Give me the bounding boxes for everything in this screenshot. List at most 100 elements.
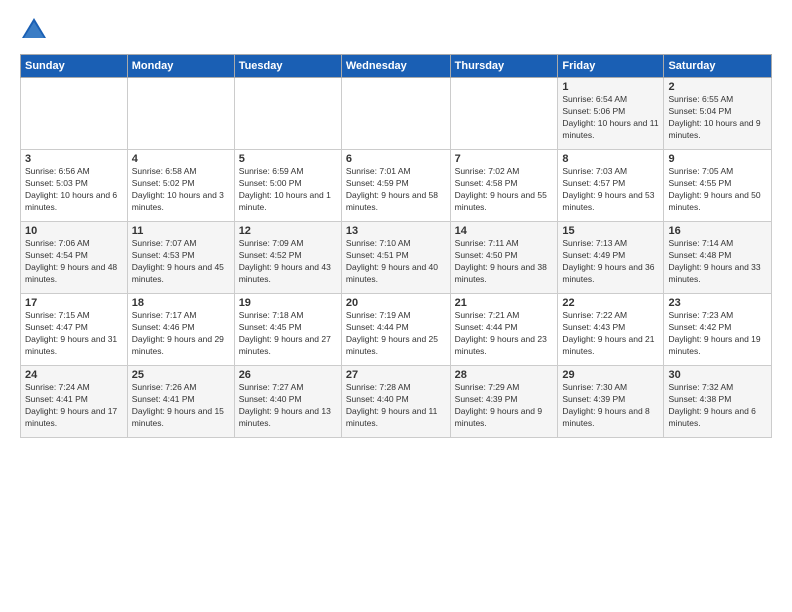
day-number: 12 — [239, 225, 337, 237]
week-row-2: 10Sunrise: 7:06 AM Sunset: 4:54 PM Dayli… — [21, 222, 772, 294]
calendar-cell: 24Sunrise: 7:24 AM Sunset: 4:41 PM Dayli… — [21, 366, 128, 438]
day-number: 11 — [132, 225, 230, 237]
day-info: Sunrise: 7:14 AM Sunset: 4:48 PM Dayligh… — [668, 238, 767, 286]
calendar-cell: 18Sunrise: 7:17 AM Sunset: 4:46 PM Dayli… — [127, 294, 234, 366]
calendar-cell: 6Sunrise: 7:01 AM Sunset: 4:59 PM Daylig… — [341, 150, 450, 222]
calendar: SundayMondayTuesdayWednesdayThursdayFrid… — [20, 54, 772, 438]
day-info: Sunrise: 7:11 AM Sunset: 4:50 PM Dayligh… — [455, 238, 554, 286]
week-row-3: 17Sunrise: 7:15 AM Sunset: 4:47 PM Dayli… — [21, 294, 772, 366]
day-info: Sunrise: 7:05 AM Sunset: 4:55 PM Dayligh… — [668, 166, 767, 214]
col-header-wednesday: Wednesday — [341, 55, 450, 78]
day-info: Sunrise: 7:29 AM Sunset: 4:39 PM Dayligh… — [455, 382, 554, 430]
day-number: 7 — [455, 153, 554, 165]
day-number: 19 — [239, 297, 337, 309]
day-number: 29 — [562, 369, 659, 381]
calendar-cell: 12Sunrise: 7:09 AM Sunset: 4:52 PM Dayli… — [234, 222, 341, 294]
calendar-cell: 5Sunrise: 6:59 AM Sunset: 5:00 PM Daylig… — [234, 150, 341, 222]
header — [20, 16, 772, 44]
calendar-cell: 28Sunrise: 7:29 AM Sunset: 4:39 PM Dayli… — [450, 366, 558, 438]
day-number: 14 — [455, 225, 554, 237]
col-header-thursday: Thursday — [450, 55, 558, 78]
day-number: 30 — [668, 369, 767, 381]
col-header-monday: Monday — [127, 55, 234, 78]
day-info: Sunrise: 7:18 AM Sunset: 4:45 PM Dayligh… — [239, 310, 337, 358]
day-info: Sunrise: 7:01 AM Sunset: 4:59 PM Dayligh… — [346, 166, 446, 214]
day-info: Sunrise: 6:58 AM Sunset: 5:02 PM Dayligh… — [132, 166, 230, 214]
col-header-tuesday: Tuesday — [234, 55, 341, 78]
day-number: 26 — [239, 369, 337, 381]
calendar-cell — [21, 78, 128, 150]
day-number: 27 — [346, 369, 446, 381]
calendar-cell: 7Sunrise: 7:02 AM Sunset: 4:58 PM Daylig… — [450, 150, 558, 222]
day-info: Sunrise: 7:26 AM Sunset: 4:41 PM Dayligh… — [132, 382, 230, 430]
calendar-cell — [341, 78, 450, 150]
day-info: Sunrise: 7:02 AM Sunset: 4:58 PM Dayligh… — [455, 166, 554, 214]
day-info: Sunrise: 6:56 AM Sunset: 5:03 PM Dayligh… — [25, 166, 123, 214]
day-info: Sunrise: 6:59 AM Sunset: 5:00 PM Dayligh… — [239, 166, 337, 214]
day-info: Sunrise: 7:27 AM Sunset: 4:40 PM Dayligh… — [239, 382, 337, 430]
calendar-cell: 25Sunrise: 7:26 AM Sunset: 4:41 PM Dayli… — [127, 366, 234, 438]
logo-icon — [20, 16, 48, 44]
page: SundayMondayTuesdayWednesdayThursdayFrid… — [0, 0, 792, 612]
calendar-header-row: SundayMondayTuesdayWednesdayThursdayFrid… — [21, 55, 772, 78]
calendar-cell: 2Sunrise: 6:55 AM Sunset: 5:04 PM Daylig… — [664, 78, 772, 150]
day-number: 15 — [562, 225, 659, 237]
col-header-saturday: Saturday — [664, 55, 772, 78]
day-number: 1 — [562, 81, 659, 93]
day-info: Sunrise: 7:06 AM Sunset: 4:54 PM Dayligh… — [25, 238, 123, 286]
week-row-0: 1Sunrise: 6:54 AM Sunset: 5:06 PM Daylig… — [21, 78, 772, 150]
day-info: Sunrise: 7:23 AM Sunset: 4:42 PM Dayligh… — [668, 310, 767, 358]
calendar-cell: 9Sunrise: 7:05 AM Sunset: 4:55 PM Daylig… — [664, 150, 772, 222]
calendar-cell: 8Sunrise: 7:03 AM Sunset: 4:57 PM Daylig… — [558, 150, 664, 222]
calendar-cell: 14Sunrise: 7:11 AM Sunset: 4:50 PM Dayli… — [450, 222, 558, 294]
calendar-cell: 26Sunrise: 7:27 AM Sunset: 4:40 PM Dayli… — [234, 366, 341, 438]
day-number: 5 — [239, 153, 337, 165]
day-info: Sunrise: 7:10 AM Sunset: 4:51 PM Dayligh… — [346, 238, 446, 286]
day-info: Sunrise: 7:17 AM Sunset: 4:46 PM Dayligh… — [132, 310, 230, 358]
day-number: 4 — [132, 153, 230, 165]
day-number: 24 — [25, 369, 123, 381]
day-number: 8 — [562, 153, 659, 165]
week-row-1: 3Sunrise: 6:56 AM Sunset: 5:03 PM Daylig… — [21, 150, 772, 222]
day-info: Sunrise: 7:28 AM Sunset: 4:40 PM Dayligh… — [346, 382, 446, 430]
col-header-friday: Friday — [558, 55, 664, 78]
day-info: Sunrise: 7:24 AM Sunset: 4:41 PM Dayligh… — [25, 382, 123, 430]
calendar-cell: 23Sunrise: 7:23 AM Sunset: 4:42 PM Dayli… — [664, 294, 772, 366]
day-info: Sunrise: 7:30 AM Sunset: 4:39 PM Dayligh… — [562, 382, 659, 430]
calendar-cell: 19Sunrise: 7:18 AM Sunset: 4:45 PM Dayli… — [234, 294, 341, 366]
calendar-cell: 21Sunrise: 7:21 AM Sunset: 4:44 PM Dayli… — [450, 294, 558, 366]
day-info: Sunrise: 7:19 AM Sunset: 4:44 PM Dayligh… — [346, 310, 446, 358]
calendar-cell: 27Sunrise: 7:28 AM Sunset: 4:40 PM Dayli… — [341, 366, 450, 438]
day-number: 25 — [132, 369, 230, 381]
day-info: Sunrise: 7:15 AM Sunset: 4:47 PM Dayligh… — [25, 310, 123, 358]
calendar-cell: 13Sunrise: 7:10 AM Sunset: 4:51 PM Dayli… — [341, 222, 450, 294]
day-info: Sunrise: 6:54 AM Sunset: 5:06 PM Dayligh… — [562, 94, 659, 142]
day-number: 18 — [132, 297, 230, 309]
calendar-cell: 20Sunrise: 7:19 AM Sunset: 4:44 PM Dayli… — [341, 294, 450, 366]
day-number: 2 — [668, 81, 767, 93]
day-number: 13 — [346, 225, 446, 237]
calendar-cell — [450, 78, 558, 150]
calendar-cell: 10Sunrise: 7:06 AM Sunset: 4:54 PM Dayli… — [21, 222, 128, 294]
day-number: 28 — [455, 369, 554, 381]
day-number: 9 — [668, 153, 767, 165]
day-number: 10 — [25, 225, 123, 237]
day-number: 3 — [25, 153, 123, 165]
day-info: Sunrise: 7:22 AM Sunset: 4:43 PM Dayligh… — [562, 310, 659, 358]
calendar-cell: 30Sunrise: 7:32 AM Sunset: 4:38 PM Dayli… — [664, 366, 772, 438]
week-row-4: 24Sunrise: 7:24 AM Sunset: 4:41 PM Dayli… — [21, 366, 772, 438]
day-info: Sunrise: 7:21 AM Sunset: 4:44 PM Dayligh… — [455, 310, 554, 358]
day-info: Sunrise: 7:13 AM Sunset: 4:49 PM Dayligh… — [562, 238, 659, 286]
day-number: 21 — [455, 297, 554, 309]
calendar-cell: 15Sunrise: 7:13 AM Sunset: 4:49 PM Dayli… — [558, 222, 664, 294]
calendar-cell: 1Sunrise: 6:54 AM Sunset: 5:06 PM Daylig… — [558, 78, 664, 150]
day-info: Sunrise: 7:09 AM Sunset: 4:52 PM Dayligh… — [239, 238, 337, 286]
calendar-cell: 4Sunrise: 6:58 AM Sunset: 5:02 PM Daylig… — [127, 150, 234, 222]
calendar-cell: 22Sunrise: 7:22 AM Sunset: 4:43 PM Dayli… — [558, 294, 664, 366]
calendar-cell — [127, 78, 234, 150]
calendar-cell: 11Sunrise: 7:07 AM Sunset: 4:53 PM Dayli… — [127, 222, 234, 294]
day-number: 6 — [346, 153, 446, 165]
day-info: Sunrise: 7:07 AM Sunset: 4:53 PM Dayligh… — [132, 238, 230, 286]
day-number: 20 — [346, 297, 446, 309]
day-number: 23 — [668, 297, 767, 309]
